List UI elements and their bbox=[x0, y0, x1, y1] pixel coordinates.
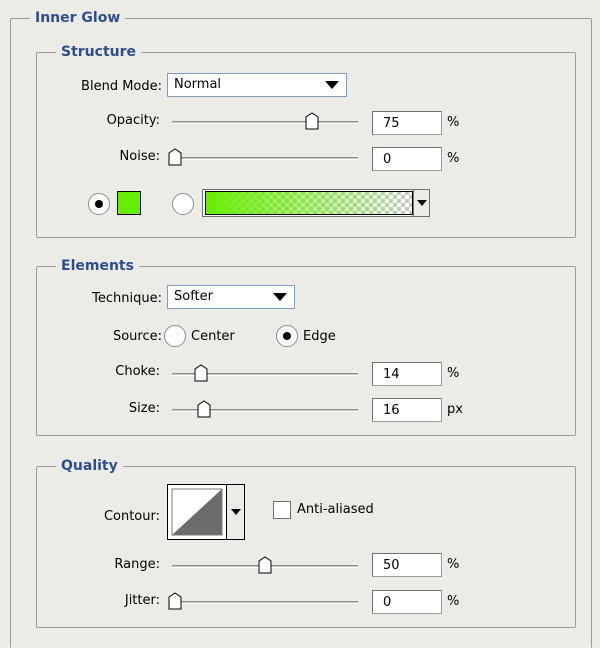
blend-mode-label: Blend Mode: bbox=[81, 79, 162, 94]
range-slider-thumb[interactable] bbox=[258, 556, 272, 574]
gradient-dropdown-button[interactable] bbox=[413, 190, 429, 216]
opacity-label: Opacity: bbox=[106, 113, 160, 128]
blend-mode-value: Normal bbox=[174, 77, 222, 92]
source-center-label: Center bbox=[191, 329, 235, 344]
anti-aliased-label: Anti-aliased bbox=[297, 502, 374, 517]
range-unit: % bbox=[447, 557, 460, 572]
opacity-slider-thumb[interactable] bbox=[305, 112, 319, 130]
technique-label: Technique: bbox=[92, 291, 162, 306]
choke-input[interactable]: 14 bbox=[372, 362, 442, 386]
size-unit: px bbox=[447, 402, 463, 417]
size-input[interactable]: 16 bbox=[372, 398, 442, 422]
chevron-down-icon bbox=[417, 200, 427, 206]
gradient-radio[interactable] bbox=[172, 193, 194, 215]
choke-value: 14 bbox=[383, 367, 400, 382]
anti-aliased-checkbox[interactable] bbox=[273, 501, 291, 519]
opacity-unit: % bbox=[447, 115, 460, 130]
jitter-slider-track[interactable] bbox=[172, 601, 358, 604]
range-label: Range: bbox=[114, 557, 160, 572]
structure-title: Structure bbox=[56, 44, 142, 60]
noise-slider-track[interactable] bbox=[172, 157, 358, 160]
jitter-value: 0 bbox=[383, 595, 392, 610]
choke-label: Choke: bbox=[115, 364, 160, 379]
opacity-value: 75 bbox=[383, 116, 400, 131]
chevron-down-icon bbox=[273, 293, 287, 301]
gradient-preview bbox=[205, 191, 413, 215]
range-input[interactable]: 50 bbox=[372, 553, 442, 577]
jitter-label: Jitter: bbox=[124, 593, 160, 608]
glow-color-swatch[interactable] bbox=[117, 191, 141, 215]
gradient-picker[interactable] bbox=[202, 189, 430, 217]
solid-color-radio[interactable] bbox=[88, 193, 110, 215]
size-label: Size: bbox=[128, 401, 160, 416]
contour-preview bbox=[171, 488, 223, 536]
range-value: 50 bbox=[383, 558, 400, 573]
noise-value: 0 bbox=[383, 152, 392, 167]
source-edge-radio[interactable] bbox=[276, 325, 298, 347]
noise-input[interactable]: 0 bbox=[372, 147, 442, 171]
source-center-radio[interactable] bbox=[164, 325, 186, 347]
jitter-slider-thumb[interactable] bbox=[168, 592, 182, 610]
choke-unit: % bbox=[447, 366, 460, 381]
noise-unit: % bbox=[447, 151, 460, 166]
source-edge-label: Edge bbox=[303, 329, 336, 344]
chevron-down-icon bbox=[231, 509, 241, 515]
blend-mode-select[interactable]: Normal bbox=[167, 73, 347, 97]
chevron-down-icon bbox=[325, 81, 339, 89]
size-value: 16 bbox=[383, 403, 400, 418]
contour-label: Contour: bbox=[103, 509, 160, 524]
choke-slider-thumb[interactable] bbox=[194, 364, 208, 382]
source-label: Source: bbox=[112, 329, 162, 344]
panel-title: Inner Glow bbox=[30, 10, 126, 26]
technique-value: Softer bbox=[174, 289, 213, 304]
contour-dropdown-button[interactable] bbox=[226, 485, 244, 539]
opacity-input[interactable]: 75 bbox=[372, 111, 442, 135]
contour-picker[interactable] bbox=[167, 484, 245, 540]
noise-label: Noise: bbox=[119, 149, 160, 164]
elements-title: Elements bbox=[56, 258, 139, 274]
noise-slider-thumb[interactable] bbox=[168, 148, 182, 166]
opacity-slider-track[interactable] bbox=[172, 121, 358, 124]
quality-title: Quality bbox=[56, 458, 123, 474]
technique-select[interactable]: Softer bbox=[167, 285, 295, 309]
jitter-input[interactable]: 0 bbox=[372, 590, 442, 614]
size-slider-thumb[interactable] bbox=[197, 400, 211, 418]
jitter-unit: % bbox=[447, 594, 460, 609]
